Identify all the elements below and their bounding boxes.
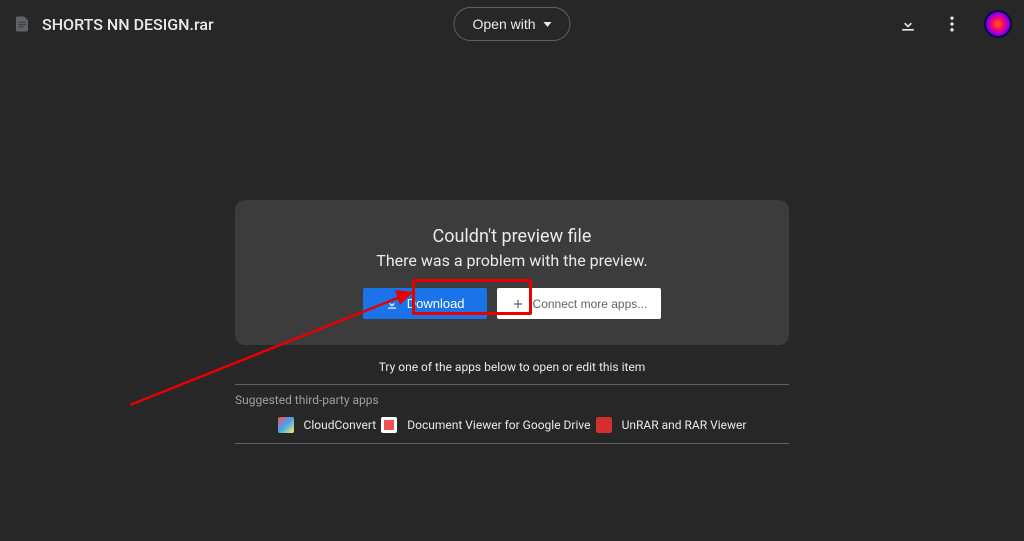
suggestions-section: Try one of the apps below to open or edi…	[235, 360, 789, 444]
apps-row: CloudConvert Document Viewer for Google …	[235, 413, 789, 443]
app-document-viewer[interactable]: Document Viewer for Google Drive	[381, 417, 590, 433]
app-unrar[interactable]: UnRAR and RAR Viewer	[596, 417, 747, 433]
connect-more-apps-button[interactable]: Connect more apps...	[497, 288, 662, 319]
preview-error-card: Couldn't preview file There was a proble…	[235, 200, 789, 345]
cloudconvert-icon	[278, 417, 294, 433]
app-label: UnRAR and RAR Viewer	[622, 418, 747, 432]
divider-bottom	[235, 443, 789, 444]
download-button-label: Download	[407, 296, 465, 311]
file-name: SHORTS NN DESIGN.rar	[42, 15, 214, 34]
unrar-icon	[596, 417, 612, 433]
preview-error-subtitle: There was a problem with the preview.	[265, 251, 759, 270]
download-icon-button[interactable]	[896, 12, 920, 36]
app-cloudconvert[interactable]: CloudConvert	[278, 417, 377, 433]
avatar[interactable]	[984, 10, 1012, 38]
connect-button-label: Connect more apps...	[533, 297, 648, 311]
header-right	[896, 10, 1012, 38]
open-with-label: Open with	[472, 16, 535, 32]
download-icon	[385, 297, 399, 311]
file-icon	[12, 12, 32, 36]
document-viewer-icon	[381, 417, 397, 433]
app-label: CloudConvert	[304, 418, 377, 432]
suggested-apps-label: Suggested third-party apps	[235, 385, 789, 413]
chevron-down-icon	[544, 22, 552, 27]
preview-error-title: Couldn't preview file	[265, 226, 759, 247]
header-center: Open with	[453, 7, 570, 41]
header-left: SHORTS NN DESIGN.rar	[12, 12, 214, 36]
main-content: Couldn't preview file There was a proble…	[235, 200, 789, 345]
header-bar: SHORTS NN DESIGN.rar Open with	[0, 0, 1024, 48]
try-apps-text: Try one of the apps below to open or edi…	[235, 360, 789, 374]
app-label: Document Viewer for Google Drive	[407, 418, 590, 432]
plus-icon	[511, 297, 525, 311]
card-buttons: Download Connect more apps...	[265, 288, 759, 319]
download-button[interactable]: Download	[363, 288, 487, 319]
more-options-button[interactable]	[940, 12, 964, 36]
open-with-button[interactable]: Open with	[453, 7, 570, 41]
